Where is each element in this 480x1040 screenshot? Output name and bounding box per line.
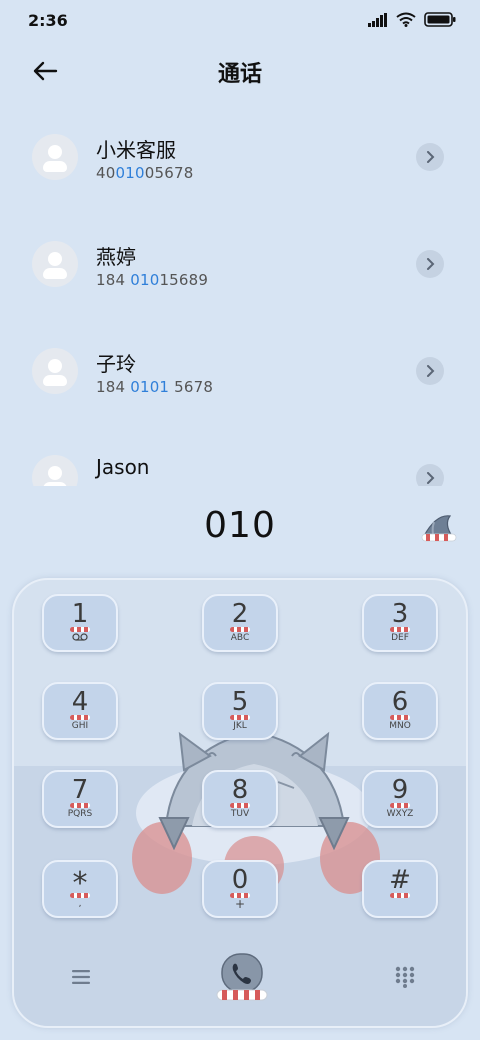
key-3[interactable]: 3 DEF [362, 594, 438, 652]
contact-details-button[interactable] [416, 143, 444, 171]
chevron-right-icon [427, 472, 435, 484]
key-digit: 9 [391, 775, 409, 805]
voicemail-icon [72, 633, 88, 641]
contact-details-button[interactable] [416, 250, 444, 278]
key-8[interactable]: 8 TUV [202, 770, 278, 828]
dialpad-toggle-button[interactable] [390, 962, 420, 992]
contact-number: 184 01015689 [96, 271, 209, 289]
contact-item[interactable]: 燕婷 184 01015689 [0, 211, 480, 311]
key-9[interactable]: 9 WXYZ [362, 770, 438, 828]
chevron-right-icon [427, 365, 435, 377]
status-time: 2:36 [28, 11, 68, 30]
status-bar: 2:36 [0, 0, 480, 40]
wifi-icon [396, 12, 416, 27]
key-digit: 7 [71, 775, 89, 805]
key-letters: TUV [230, 809, 250, 819]
app-header: 通话 [0, 48, 480, 92]
key-2[interactable]: 2 ABC [202, 594, 278, 652]
contact-name: Jason [96, 455, 150, 479]
page-title: 通话 [217, 62, 262, 87]
match-highlight: 010 [115, 164, 145, 182]
contact-name: 子玲 [96, 352, 136, 376]
key-letters: JKL [233, 721, 247, 731]
stripe-decoration [70, 715, 90, 720]
key-letters: GHI [71, 721, 89, 731]
match-highlight: 0101 [130, 378, 170, 396]
match-highlight: 010 [130, 271, 160, 289]
key-4[interactable]: 4 GHI [42, 682, 118, 740]
contact-name: 小米客服 [96, 138, 176, 162]
avatar [32, 134, 78, 180]
contact-list: 小米客服 4001005678 燕婷 184 01015689 子玲 184 0… [0, 104, 480, 486]
key-hash[interactable]: # [362, 860, 438, 918]
key-letters: MNO [389, 721, 411, 731]
stripe-decoration [70, 627, 90, 632]
key-digit: 8 [231, 775, 249, 805]
key-7[interactable]: 7 PQRS [42, 770, 118, 828]
key-digit: 2 [231, 599, 249, 629]
contact-name: 燕婷 [96, 245, 136, 269]
key-star[interactable]: * , [42, 860, 118, 918]
dialpad-icon [395, 966, 415, 988]
contact-details-button[interactable] [416, 357, 444, 385]
contact-item[interactable]: 子玲 184 0101 5678 [0, 318, 480, 418]
dialpad-panel: 1 2 ABC 3 DEF 4 GHI 5 JKL 6 MNO 7 PQRS 8… [12, 578, 468, 1028]
avatar [32, 348, 78, 394]
key-digit: 6 [391, 687, 409, 717]
chevron-right-icon [427, 258, 435, 270]
contact-details-button[interactable] [416, 464, 444, 486]
key-digit: 1 [71, 599, 89, 629]
avatar [32, 455, 78, 486]
menu-button[interactable] [66, 962, 96, 992]
stripe-decoration [230, 627, 250, 632]
key-letters: DEF [391, 633, 409, 643]
chevron-right-icon [427, 151, 435, 163]
key-digit: 3 [391, 599, 409, 629]
battery-icon [424, 12, 456, 27]
key-6[interactable]: 6 MNO [362, 682, 438, 740]
key-digit: 0 [231, 865, 249, 895]
stripe-decoration [230, 715, 250, 720]
key-0[interactable]: 0 + [202, 860, 278, 918]
dialed-number: 010 [204, 505, 276, 546]
key-digit: 5 [231, 687, 249, 717]
key-letters: + [234, 897, 246, 911]
contact-item[interactable]: 小米客服 4001005678 [0, 104, 480, 204]
shark-fin-icon[interactable] [420, 512, 458, 544]
key-letters: PQRS [67, 809, 93, 819]
stripe-decoration [390, 803, 410, 808]
contact-item[interactable]: Jason [0, 425, 480, 486]
status-icons [368, 12, 456, 27]
key-digit: # [389, 865, 411, 895]
stripe-decoration [390, 715, 410, 720]
key-1[interactable]: 1 [42, 594, 118, 652]
stripe-decoration [230, 803, 250, 808]
stripe-decoration [70, 803, 90, 808]
contact-number: 184 0101 5678 [96, 378, 214, 396]
key-letters: ABC [230, 633, 250, 643]
contact-number: 4001005678 [96, 164, 194, 182]
key-5[interactable]: 5 JKL [202, 682, 278, 740]
call-button[interactable] [214, 950, 270, 1006]
key-letters: WXYZ [386, 809, 414, 819]
key-digit: 4 [71, 687, 89, 717]
key-letters: , [78, 899, 82, 909]
stripe-decoration [390, 893, 410, 898]
avatar [32, 241, 78, 287]
stripe-decoration [70, 893, 90, 898]
stripe-decoration [390, 627, 410, 632]
menu-icon [72, 970, 90, 984]
signal-icon [368, 12, 387, 27]
